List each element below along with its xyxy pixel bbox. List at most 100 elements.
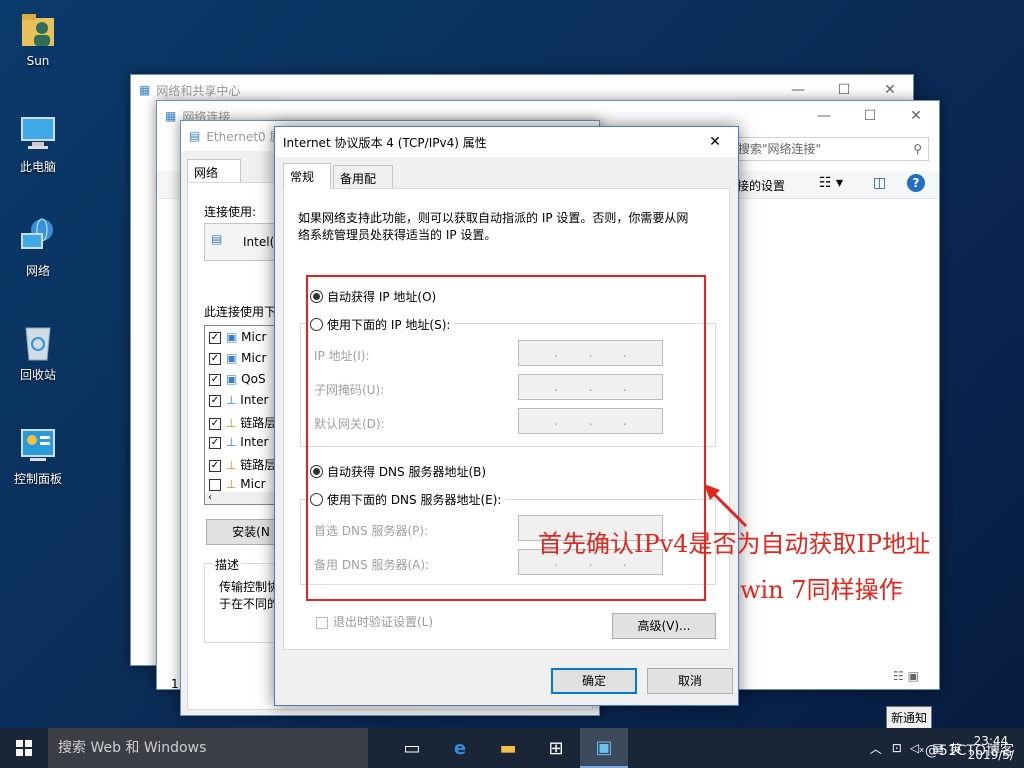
intro-line: 如果网络支持此功能，则可以获取自动指派的 IP 设置。否则，你需要从网 — [298, 211, 689, 225]
network-globe-icon — [18, 216, 58, 258]
search-input[interactable]: 搜索"网络连接" — [738, 142, 821, 156]
status-bar-view-icons[interactable]: ☷ ▣ — [893, 669, 919, 683]
protocol-icon: ⊥ — [226, 458, 237, 472]
protocol-icon: ⊥ — [226, 477, 237, 491]
desktop-icon-recycle-bin[interactable]: 回收站 — [8, 320, 68, 383]
file-explorer-icon[interactable]: ▬ — [484, 728, 532, 768]
checkbox[interactable] — [209, 478, 221, 491]
description-line: 于在不同的 — [219, 597, 280, 611]
list-item-label: Micr — [240, 477, 266, 491]
minimize-button[interactable]: — — [801, 101, 847, 131]
list-item[interactable]: ✓ ⊥ Inter — [209, 435, 268, 449]
cancel-button[interactable]: 取消 — [647, 668, 733, 694]
list-item-label: QoS — [241, 372, 266, 386]
tab-network[interactable]: 网络 — [187, 159, 241, 183]
list-item-label: 链路层 — [240, 416, 277, 430]
tab-general[interactable]: 常规 — [283, 163, 331, 189]
list-item[interactable]: ✓ ⊥ 链路层 — [209, 414, 276, 431]
checkbox[interactable]: ✓ — [209, 352, 221, 365]
checkbox[interactable]: ✓ — [209, 373, 221, 386]
store-icon[interactable]: ⊞ — [532, 728, 580, 768]
preview-pane-icon[interactable]: ◫ — [873, 175, 886, 191]
desktop-icon-network[interactable]: 网络 — [8, 216, 68, 279]
protocol-icon: ⊥ — [226, 435, 237, 449]
ipv4-properties-dialog[interactable]: Internet 协议版本 4 (TCP/IPv4) 属性 ✕ 常规 备用配置 … — [274, 126, 739, 706]
checkbox[interactable]: ✓ — [209, 459, 221, 472]
protocol-icon: ⊥ — [226, 416, 237, 430]
connect-using-label: 连接使用: — [204, 205, 257, 219]
task-view-icon[interactable]: ▭ — [388, 728, 436, 768]
desktop-icon-label: 此电脑 — [19, 160, 56, 174]
toolbar-connection-settings[interactable]: 接的设置 — [737, 177, 785, 194]
search-box[interactable]: 搜索"网络连接" ⚲ — [733, 137, 929, 161]
close-button[interactable]: ✕ — [893, 101, 939, 131]
list-item[interactable]: ✓ ⊥ Inter — [209, 393, 268, 407]
network-tray-icon[interactable]: ⊡ — [892, 741, 902, 755]
recycle-bin-icon — [18, 320, 58, 362]
tray-chevron-up-icon[interactable]: ︿ — [870, 740, 882, 757]
start-button[interactable] — [0, 728, 48, 768]
validate-label: 退出时验证设置(L) — [333, 615, 434, 629]
network-icon: ▦ — [139, 83, 151, 97]
view-options-icon[interactable]: ☷ ▾ — [819, 175, 843, 191]
watermark: @51CTO博客 — [924, 743, 1014, 759]
dialog-title: Internet 协议版本 4 (TCP/IPv4) 属性 — [283, 135, 487, 150]
close-button[interactable]: ✕ — [692, 127, 738, 157]
checkbox[interactable] — [316, 616, 328, 629]
checkbox[interactable]: ✓ — [209, 436, 221, 449]
title-bar: Internet 协议版本 4 (TCP/IPv4) 属性 ✕ — [275, 127, 738, 157]
volume-muted-icon[interactable]: ◁ₓ — [910, 741, 925, 755]
checkbox[interactable]: ✓ — [209, 417, 221, 430]
desktop-icon-label: 回收站 — [19, 368, 56, 382]
desktop-icon-label: Sun — [26, 54, 50, 68]
desktop-icon-control-panel[interactable]: 控制面板 — [8, 424, 68, 487]
list-item[interactable]: ✓ ▣ QoS — [209, 372, 266, 386]
list-item-label: Inter — [240, 435, 269, 449]
windows-logo-icon — [16, 740, 32, 756]
footer-char: 1 — [171, 677, 179, 691]
list-item-label: 链路层 — [240, 458, 277, 472]
adapter-card-icon: ▤ — [211, 232, 223, 246]
list-item[interactable]: ✓ ▣ Micr — [209, 330, 266, 344]
ok-button[interactable]: 确定 — [551, 668, 637, 694]
list-item[interactable]: ✓ ⊥ 链路层 — [209, 456, 276, 473]
list-item-label: Micr — [241, 330, 267, 344]
validate-on-exit-checkbox[interactable]: 退出时验证设置(L) — [316, 613, 433, 630]
list-item[interactable]: ✓ ▣ Micr — [209, 351, 266, 365]
description-line: 传输控制协 — [219, 580, 280, 594]
control-panel-icon — [18, 424, 58, 466]
checkbox[interactable]: ✓ — [209, 394, 221, 407]
scroll-left-icon[interactable]: ‹ — [208, 492, 212, 503]
desktop-icon-label: 控制面板 — [13, 472, 62, 486]
search-icon[interactable]: ⚲ — [913, 138, 922, 160]
user-folder-icon — [18, 8, 58, 50]
window-title: 网络和共享中心 — [156, 83, 241, 98]
list-item-label: Inter — [240, 393, 269, 407]
network-folder-icon: ▦ — [165, 109, 177, 123]
checkbox[interactable]: ✓ — [209, 331, 221, 344]
adapter-icon: ▤ — [189, 129, 201, 143]
intro-line: 络系统管理员处获得适当的 IP 设置。 — [298, 228, 497, 242]
list-item[interactable]: ⊥ Micr — [209, 477, 266, 491]
maximize-button[interactable]: ☐ — [847, 101, 893, 131]
control-panel-taskbar-icon[interactable]: ▣ — [580, 728, 628, 768]
new-notification-tooltip: 新通知 — [886, 706, 933, 729]
tab-alternate-config[interactable]: 备用配置 — [333, 165, 393, 203]
desktop-icon-label: 网络 — [25, 264, 50, 278]
desktop-icon-user[interactable]: Sun — [8, 8, 68, 68]
network-client-icon: ▣ — [226, 330, 238, 344]
qos-icon: ▣ — [226, 372, 238, 386]
annotation-text-line1: 首先确认IPv4是否为自动获取IP地址 — [538, 530, 931, 558]
protocol-icon: ⊥ — [226, 393, 237, 407]
edge-browser-icon[interactable]: e — [436, 728, 484, 768]
taskbar-search-input[interactable]: 搜索 Web 和 Windows — [48, 728, 368, 768]
desktop-icon-this-pc[interactable]: 此电脑 — [8, 112, 68, 175]
taskbar: 搜索 Web 和 Windows ▭ e ▬ ⊞ ▣ ︿ ⊡ ◁ₓ ▤ 英 23… — [0, 728, 1024, 768]
computer-icon — [18, 112, 58, 154]
annotation-text-line2: win 7同样操作 — [740, 576, 903, 604]
advanced-button[interactable]: 高级(V)... — [612, 613, 716, 639]
description-label: 描述 — [213, 556, 242, 573]
help-icon[interactable]: ? — [907, 174, 925, 192]
general-tab-body: 如果网络支持此功能，则可以获取自动指派的 IP 设置。否则，你需要从网 络系统管… — [283, 188, 730, 650]
list-item-label: Micr — [241, 351, 267, 365]
